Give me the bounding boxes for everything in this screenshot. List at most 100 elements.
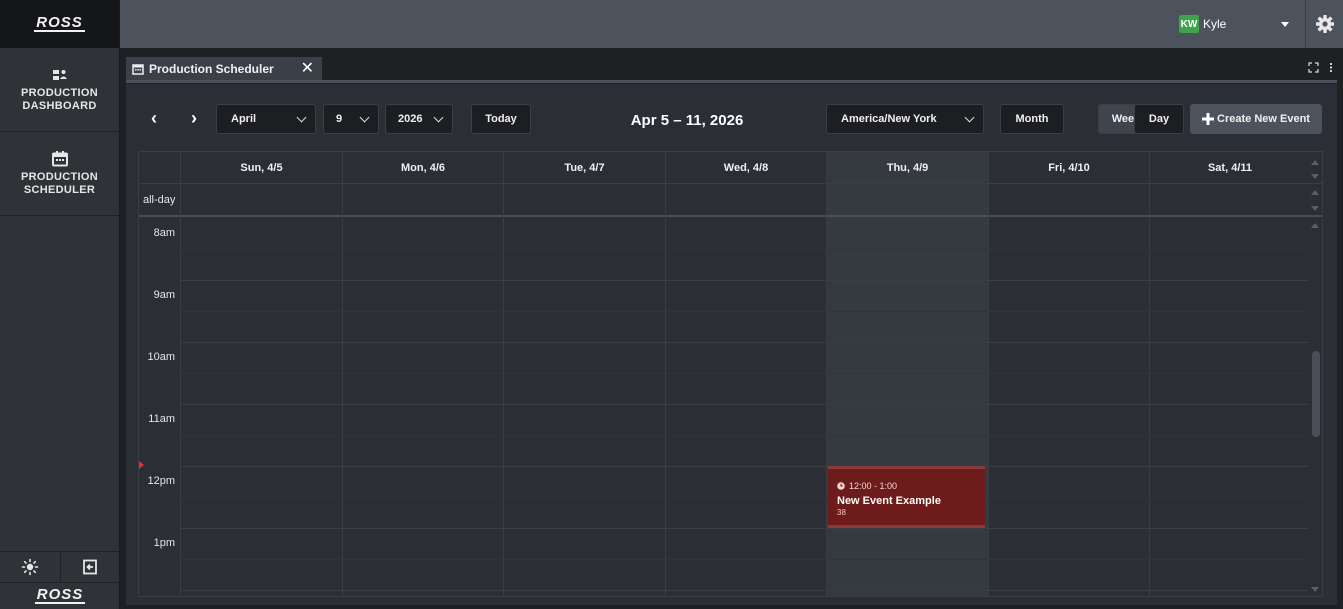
chevron-down-icon [359,112,370,122]
day-header[interactable]: Fri, 4/10 [988,152,1149,184]
hour-line [180,590,1308,591]
grid-scrollbar[interactable] [1308,219,1322,596]
user-menu[interactable]: KW Kyle [1169,0,1305,48]
footer-logo: ROSS [0,583,120,609]
dashboard-icon [52,70,67,80]
top-bar: KW Kyle [120,0,1343,48]
calendar-event[interactable]: 12:00 - 1:00 New Event Example 38 [828,466,985,528]
plus-icon [1202,113,1215,125]
logo-text: ROSS [34,14,85,32]
day-header[interactable]: Sun, 4/5 [180,152,342,184]
scroll-up-icon[interactable] [1311,160,1319,165]
sidebar-item-production-dashboard[interactable]: PRODUCTION DASHBOARD [0,48,119,132]
brightness-icon [21,558,39,576]
hour-line [180,280,1308,281]
time-label: 1pm [153,537,175,549]
logout-button[interactable] [59,552,121,582]
close-icon[interactable]: ✕ [301,61,314,77]
half-hour-line [180,249,1308,250]
hour-line [180,466,1308,467]
create-event-button[interactable]: Create New Event [1190,104,1322,134]
all-day-label: all-day [143,194,176,206]
chevron-down-icon [296,112,307,122]
hour-line [180,528,1308,529]
theme-toggle-button[interactable] [0,552,60,582]
gear-icon [1315,15,1334,33]
hour-line [180,342,1308,343]
panel-tools [1308,62,1333,73]
more-vertical-icon[interactable] [1329,62,1333,73]
week-calendar: Sun, 4/5 Mon, 4/6 Tue, 4/7 Wed, 4/8 Thu,… [138,151,1323,597]
day-header[interactable]: Thu, 4/9 [826,152,988,184]
next-week-button[interactable]: › [182,106,206,130]
today-button[interactable]: Today [471,104,531,134]
tab-underline [126,80,1337,83]
tab-title: Production Scheduler [149,62,274,76]
sidebar-item-label: PRODUCTION DASHBOARD [21,87,98,112]
day-select-value: 9 [336,113,343,125]
time-label: 11am [148,413,175,425]
time-grid[interactable]: 8am 9am 10am 11am 12pm 1pm 12:00 - 1:00 [139,219,1322,596]
half-hour-line [180,559,1308,560]
scroll-down-icon[interactable] [1311,587,1319,592]
logout-icon [83,559,98,575]
timezone-select-value: America/New York [841,113,937,125]
half-hour-line [180,311,1308,312]
settings-button[interactable] [1305,0,1343,48]
chevron-down-icon [433,112,444,122]
sidebar-tools [0,551,120,583]
scheduler-panel: ‹ › April 9 2026 Today Apr 5 – 11, 2026 … [126,84,1337,605]
view-day-button[interactable]: Day [1134,104,1184,134]
user-name: Kyle [1203,17,1227,31]
scroll-up-icon[interactable] [1311,190,1319,195]
logo-text: ROSS [34,586,86,604]
create-event-label: Create New Event [1217,113,1310,125]
sidebar: ROSS PRODUCTION DASHBOARD PRODUCTION SCH… [0,0,120,609]
view-month-button[interactable]: Month [1000,104,1064,134]
calendar-toolbar: ‹ › April 9 2026 Today Apr 5 – 11, 2026 … [126,84,1337,144]
avatar: KW [1179,15,1199,33]
brand-logo[interactable]: ROSS [0,0,119,48]
year-select-value: 2026 [398,113,423,125]
day-header[interactable]: Wed, 4/8 [665,152,826,184]
app-root: ROSS PRODUCTION DASHBOARD PRODUCTION SCH… [0,0,1343,609]
event-time: 12:00 - 1:00 [837,481,977,491]
scroll-up-icon[interactable] [1311,223,1319,228]
hour-line [180,404,1308,405]
event-title: New Event Example [837,495,941,507]
caret-down-icon [1281,21,1289,27]
day-header[interactable]: Tue, 4/7 [503,152,665,184]
tab-strip: Production Scheduler ✕ [120,48,1343,84]
time-label: 9am [153,289,175,301]
sidebar-item-production-scheduler[interactable]: PRODUCTION SCHEDULER [0,132,119,216]
clock-icon [837,482,845,490]
scroll-thumb[interactable] [1312,351,1320,437]
day-header[interactable]: Mon, 4/6 [342,152,503,184]
event-subtitle: 38 [837,508,846,517]
calendar-icon [132,64,144,75]
all-day-row[interactable]: all-day [139,184,1322,217]
half-hour-line [180,373,1308,374]
current-time-marker [139,461,144,469]
sidebar-item-label: PRODUCTION SCHEDULER [21,171,98,196]
calendar-icon [51,151,68,167]
half-hour-line [180,435,1308,436]
day-header[interactable]: Sat, 4/11 [1149,152,1310,184]
fullscreen-icon[interactable] [1308,62,1319,73]
half-hour-line [180,497,1308,498]
month-select[interactable]: April [216,104,316,134]
tab-production-scheduler[interactable]: Production Scheduler ✕ [126,57,322,81]
time-label: 12pm [147,475,175,487]
date-range-title: Apr 5 – 11, 2026 [630,112,744,129]
scroll-down-icon[interactable] [1311,174,1319,179]
time-label: 10am [147,351,175,363]
prev-week-button[interactable]: ‹ [142,106,166,130]
month-select-value: April [231,113,257,125]
scroll-down-icon[interactable] [1311,206,1319,211]
event-time-text: 12:00 - 1:00 [849,481,898,491]
time-label: 8am [153,227,175,239]
year-select[interactable]: 2026 [385,104,453,134]
day-select[interactable]: 9 [323,104,379,134]
chevron-down-icon [964,112,975,122]
timezone-select[interactable]: America/New York [826,104,984,134]
